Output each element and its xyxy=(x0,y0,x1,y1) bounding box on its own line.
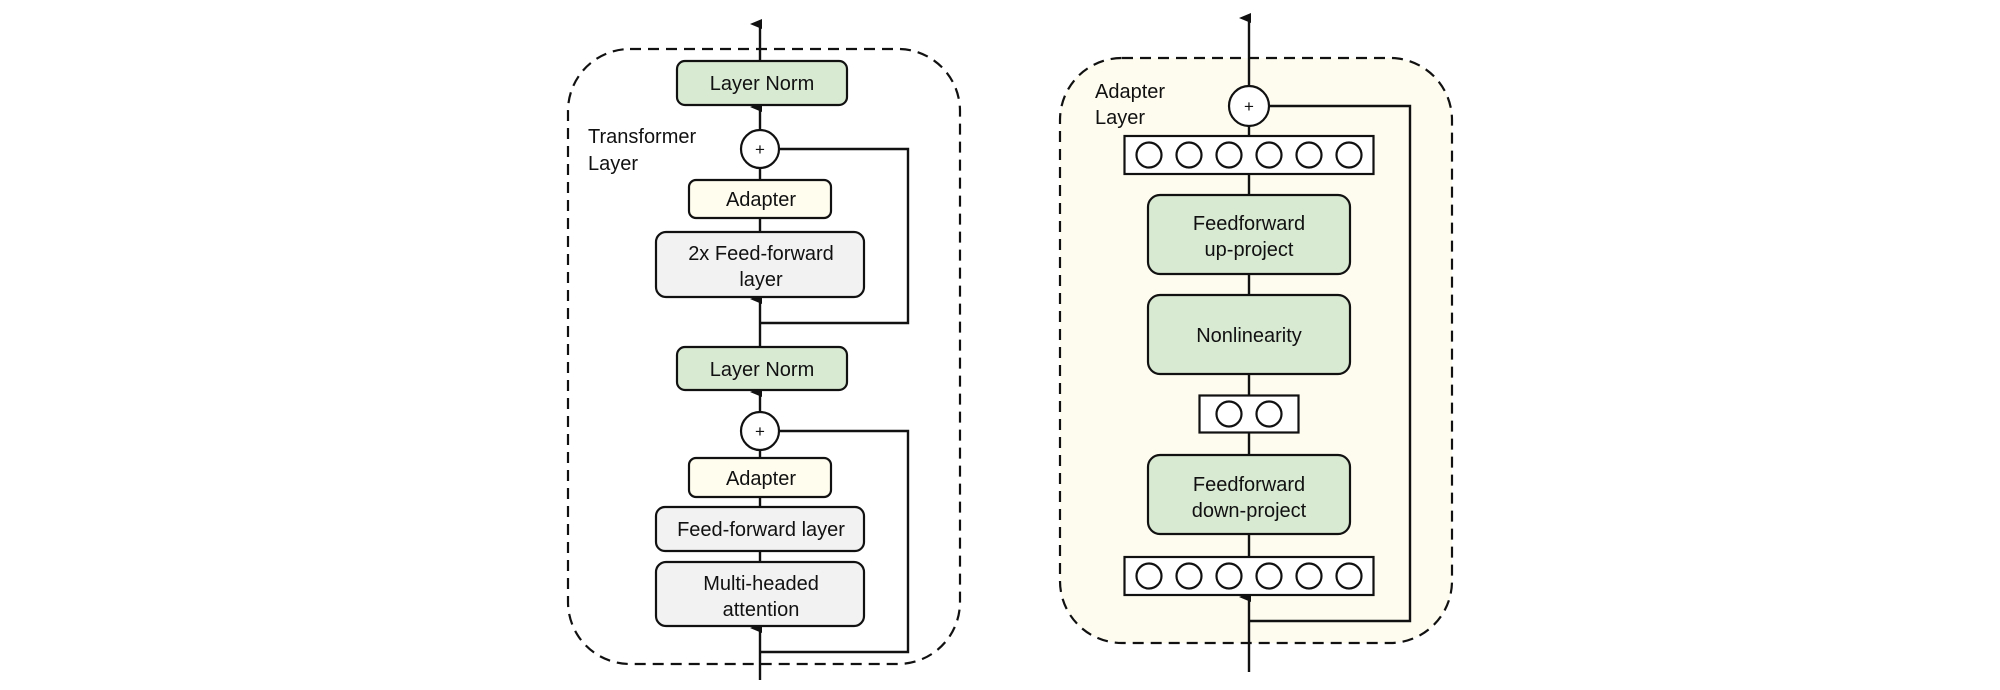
adapter-architecture-diagram: Transformer Layer Layer Norm + Adapter 2… xyxy=(566,13,1454,680)
bottleneck-neurons-layer xyxy=(1198,394,1300,434)
svg-text:Feedforward: Feedforward xyxy=(1193,474,1305,496)
transformer-layer-panel: Transformer Layer Layer Norm + Adapter 2… xyxy=(566,19,962,680)
svg-text:Layer Norm: Layer Norm xyxy=(710,73,814,95)
svg-text:Adapter: Adapter xyxy=(726,189,796,211)
neuron-unit xyxy=(1255,562,1283,590)
adapter-add-node: + xyxy=(1227,84,1271,128)
nonlinearity-block: Nonlinearity xyxy=(1146,293,1352,376)
svg-text:layer: layer xyxy=(739,269,783,291)
neuron-unit xyxy=(1255,400,1283,428)
svg-text:Nonlinearity: Nonlinearity xyxy=(1196,325,1302,347)
svg-text:+: + xyxy=(755,422,765,441)
neuron-unit xyxy=(1135,562,1163,590)
neuron-unit xyxy=(1215,562,1243,590)
neuron-unit xyxy=(1215,400,1243,428)
neuron-unit xyxy=(1295,562,1323,590)
svg-text:+: + xyxy=(755,140,765,159)
feed-forward-2x-block: 2x Feed-forward layer xyxy=(654,230,866,299)
layer-norm-bottom-block: Layer Norm xyxy=(675,345,849,392)
svg-text:down-project: down-project xyxy=(1192,500,1307,522)
neuron-unit xyxy=(1175,141,1203,169)
neuron-unit xyxy=(1335,141,1363,169)
multi-headed-attention-block: Multi-headed attention xyxy=(654,560,866,628)
svg-text:Feedforward: Feedforward xyxy=(1193,213,1305,235)
neuron-unit xyxy=(1295,141,1323,169)
feed-forward-block: Feed-forward layer xyxy=(654,505,866,553)
neuron-unit xyxy=(1255,141,1283,169)
add-node-top: + xyxy=(739,128,781,170)
neuron-unit xyxy=(1215,141,1243,169)
add-node-bottom: + xyxy=(739,410,781,452)
neuron-unit xyxy=(1335,562,1363,590)
svg-text:Adapter: Adapter xyxy=(726,468,796,490)
svg-text:attention: attention xyxy=(723,599,800,621)
svg-text:Multi-headed: Multi-headed xyxy=(703,573,819,595)
svg-text:Feed-forward layer: Feed-forward layer xyxy=(677,519,845,541)
layer-norm-top-block: Layer Norm xyxy=(675,59,849,107)
input-neurons-layer xyxy=(1123,555,1375,597)
svg-text:Layer Norm: Layer Norm xyxy=(710,359,814,381)
adapter-bottom-block: Adapter xyxy=(687,456,833,499)
adapter-layer-panel: Adapter Layer + Feedforward up-project N… xyxy=(1058,13,1454,672)
transformer-layer-label: Transformer Layer xyxy=(588,126,702,175)
svg-text:+: + xyxy=(1244,97,1254,116)
neuron-unit xyxy=(1135,141,1163,169)
svg-text:up-project: up-project xyxy=(1205,239,1294,261)
svg-text:2x Feed-forward: 2x Feed-forward xyxy=(688,243,834,265)
neuron-layer-box xyxy=(1198,394,1300,434)
neuron-unit xyxy=(1175,562,1203,590)
feedforward-up-project-block: Feedforward up-project xyxy=(1146,193,1352,276)
adapter-top-block: Adapter xyxy=(687,178,833,220)
output-neurons-layer xyxy=(1123,134,1375,176)
feedforward-down-project-block: Feedforward down-project xyxy=(1146,453,1352,536)
